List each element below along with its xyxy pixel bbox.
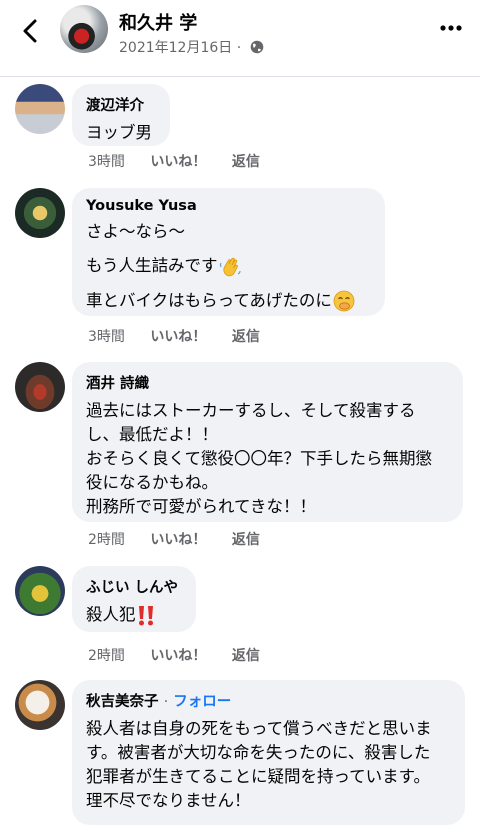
like-button[interactable]: いいね！ <box>150 326 206 346</box>
post-header: 和久井 学 2021年12月16日 · <box>0 0 480 77</box>
commenter-avatar[interactable] <box>15 84 65 134</box>
face-with-hand-over-mouth-emoji <box>333 290 355 312</box>
comment-text: す。被害者が大切な命を失ったのに、殺害した <box>86 743 431 762</box>
comment-text: おそらく良くて懲役〇〇年？下手したら無期懲 <box>86 449 433 468</box>
comment-bubble[interactable]: ふじい しんや 殺人犯 <box>72 566 196 632</box>
comment-text-line: さよ〜なら〜 <box>86 222 185 241</box>
comment-author: 秋吉美奈子 · フォロー <box>86 690 451 711</box>
comment-text: 役になるかもね。 <box>86 473 218 492</box>
comment-author[interactable]: 酒井 詩織 <box>86 372 449 393</box>
comment-time[interactable]: 2時間 <box>88 529 125 549</box>
reply-button[interactable]: 返信 <box>232 151 260 171</box>
comment-meta: 3時間 いいね！ 返信 <box>88 151 281 171</box>
comment-text: 殺人者は自身の死をもって償うべきだと思いま <box>86 719 432 738</box>
comment-time[interactable]: 3時間 <box>88 326 125 346</box>
commenter-avatar[interactable] <box>15 188 65 238</box>
commenter-avatar[interactable] <box>15 566 65 616</box>
comment-author[interactable]: Yousuke Yusa <box>86 198 371 214</box>
separator-dot: · <box>163 694 169 710</box>
comment-text: もう人生詰みです <box>86 254 371 279</box>
comment-author[interactable]: ふじい しんや <box>86 576 182 597</box>
like-button[interactable]: いいね！ <box>150 529 206 549</box>
waving-hand-emoji <box>219 257 241 276</box>
comment-meta: 3時間 いいね！ 返信 <box>88 326 281 346</box>
comment-author[interactable]: 渡辺洋介 <box>86 94 156 115</box>
comment-bubble[interactable]: 秋吉美奈子 · フォロー 殺人者は自身の死をもって償うべきだと思いま す。被害者… <box>72 680 465 825</box>
comment-bubble[interactable]: 渡辺洋介 ヨッブ男 <box>72 84 170 146</box>
comment-text-line: 車とバイクはもらってあげたのに <box>86 290 332 310</box>
commenter-avatar[interactable] <box>15 680 65 730</box>
author-avatar[interactable] <box>60 5 108 53</box>
comment-text: 犯罪者が生きてることに疑問を持っています。 <box>86 767 431 786</box>
commenter-avatar[interactable] <box>15 362 65 412</box>
follow-button[interactable]: フォロー <box>173 694 231 710</box>
post-date[interactable]: 2021年12月16日 · <box>119 37 264 57</box>
comment-text: 殺人犯 <box>86 603 182 627</box>
comment-text-line: 殺人犯 <box>86 605 136 624</box>
comment-bubble[interactable]: Yousuke Yusa さよ〜なら〜 もう人生詰みです 車とバイクはもらってあ… <box>72 188 385 316</box>
reply-button[interactable]: 返信 <box>232 529 260 549</box>
double-exclamation-emoji <box>138 605 153 625</box>
chevron-left-icon[interactable] <box>18 18 44 44</box>
comment-meta: 2時間 いいね！ 返信 <box>88 529 281 549</box>
more-horizontal-icon[interactable] <box>439 20 463 36</box>
like-button[interactable]: いいね！ <box>150 151 206 171</box>
comment-text: ヨッブ男 <box>86 123 152 142</box>
comment-text: 刑務所で可愛がられてきな！！ <box>86 497 317 516</box>
post-author-name[interactable]: 和久井 学 <box>119 9 197 35</box>
comment-text: 過去にはストーカーするし、そして殺害する <box>86 401 416 420</box>
comment-time[interactable]: 3時間 <box>88 151 125 171</box>
reply-button[interactable]: 返信 <box>232 645 260 665</box>
comment-text-line: もう人生詰みです <box>86 256 218 275</box>
comment-text: 車とバイクはもらってあげたのに <box>86 289 371 314</box>
comment-time[interactable]: 2時間 <box>88 645 125 665</box>
comment-text: し、最低だよ！！ <box>86 425 218 444</box>
post-date-text: 2021年12月16日 · <box>119 40 242 56</box>
like-button[interactable]: いいね！ <box>150 645 206 665</box>
globe-icon <box>250 40 263 54</box>
comment-meta: 2時間 いいね！ 返信 <box>88 645 281 665</box>
comment-author-name[interactable]: 秋吉美奈子 <box>86 694 159 710</box>
reply-button[interactable]: 返信 <box>232 326 260 346</box>
comment-bubble[interactable]: 酒井 詩織 過去にはストーカーするし、そして殺害する し、最低だよ！！ おそらく… <box>72 362 463 522</box>
comment-text: さよ〜なら〜 <box>86 220 371 244</box>
comment-text: 理不尽でなりません！ <box>86 791 251 810</box>
